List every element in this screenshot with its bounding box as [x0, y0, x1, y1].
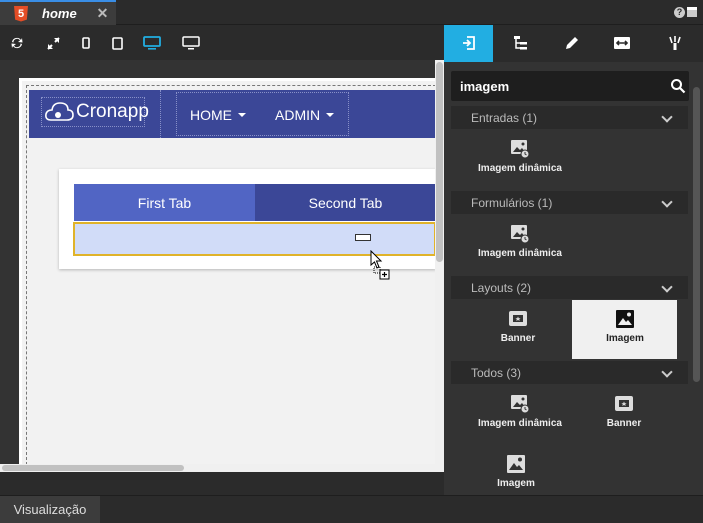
brand-name: Cronapp — [76, 101, 149, 122]
image-icon — [616, 310, 634, 328]
component-label: Banner — [606, 418, 642, 429]
components-icon[interactable] — [460, 34, 478, 52]
editor-tab-label: home — [42, 6, 77, 21]
component-label: Imagem — [497, 478, 535, 489]
html5-icon: 5 — [14, 5, 28, 22]
tablet-icon[interactable] — [108, 34, 126, 52]
nav-menu: HOME ADMIN — [176, 92, 349, 136]
canvas-vertical-scroll-thumb[interactable] — [436, 62, 443, 262]
bottom-panel-bar — [0, 495, 703, 523]
tab-first[interactable]: First Tab — [74, 184, 255, 221]
editor-tab-home[interactable]: 5 home ✕ — [0, 0, 116, 25]
fullscreen-icon[interactable] — [44, 34, 62, 52]
resize-horizontal-icon[interactable] — [613, 34, 631, 52]
section-title: Entradas (1) — [471, 110, 538, 125]
caret-down-icon — [238, 113, 246, 117]
large-monitor-icon[interactable] — [182, 34, 200, 52]
component-label: Imagem dinâmica — [478, 248, 562, 259]
component-imagem[interactable]: Imagem — [572, 309, 678, 344]
section-title: Formulários (1) — [471, 195, 553, 210]
section-title: Layouts (2) — [471, 280, 532, 295]
component-label: Imagem — [606, 333, 644, 344]
nav-item-home[interactable]: HOME — [190, 93, 246, 137]
component-search-box[interactable] — [451, 71, 689, 101]
component-label: Imagem dinâmica — [478, 418, 562, 429]
banner-icon — [509, 311, 527, 326]
cloud-logo-icon — [44, 100, 74, 124]
help-icon[interactable]: ? — [674, 7, 685, 18]
phone-icon[interactable] — [77, 34, 95, 52]
dynamic-image-icon — [511, 395, 530, 414]
close-icon[interactable]: ✕ — [97, 5, 109, 22]
component-banner[interactable]: Banner — [571, 394, 677, 429]
nav-item-label: HOME — [190, 107, 232, 123]
pencil-icon[interactable] — [563, 34, 581, 52]
component-label: Imagem dinâmica — [478, 163, 562, 174]
dynamic-image-icon — [511, 140, 530, 159]
section-layouts[interactable]: Layouts (2) — [451, 276, 688, 299]
panel-scroll-thumb[interactable] — [693, 87, 700, 382]
maximize-icon[interactable] — [687, 7, 697, 17]
tree-structure-icon[interactable] — [512, 34, 530, 52]
search-icon[interactable] — [670, 78, 686, 94]
magic-wand-icon[interactable] — [666, 34, 684, 52]
brand-logo[interactable]: Cronapp — [41, 97, 149, 127]
chevron-down-icon — [661, 366, 673, 378]
component-imagem-dinamica[interactable]: Imagem dinâmica — [467, 139, 573, 174]
section-todos[interactable]: Todos (3) — [451, 361, 688, 384]
banner-icon — [615, 396, 633, 411]
caret-down-icon — [326, 113, 335, 117]
tab-visualizacao[interactable]: Visualização — [0, 496, 100, 523]
component-imagem-dinamica[interactable]: Imagem dinâmica — [467, 394, 573, 429]
chevron-down-icon — [661, 196, 673, 208]
drag-cursor-icon — [370, 249, 390, 280]
drop-placeholder — [355, 234, 371, 241]
nav-divider — [160, 90, 161, 138]
chevron-down-icon — [661, 281, 673, 293]
nav-item-admin[interactable]: ADMIN — [275, 93, 335, 137]
image-icon — [507, 455, 525, 473]
component-label: Banner — [500, 333, 536, 344]
tab-second[interactable]: Second Tab — [255, 184, 436, 221]
component-banner[interactable]: Banner — [465, 309, 571, 344]
component-imagem[interactable]: Imagem — [463, 454, 569, 495]
desktop-icon[interactable] — [143, 34, 161, 52]
nav-item-label: ADMIN — [275, 107, 321, 123]
dynamic-image-icon — [511, 225, 530, 244]
chevron-down-icon — [661, 111, 673, 123]
device-toolbar — [0, 25, 444, 60]
canvas-horizontal-scroll-thumb[interactable] — [2, 465, 184, 471]
refresh-icon[interactable] — [8, 34, 26, 52]
component-search-input[interactable] — [460, 71, 660, 101]
component-imagem-dinamica[interactable]: Imagem dinâmica — [467, 224, 573, 259]
section-formularios[interactable]: Formulários (1) — [451, 191, 688, 214]
section-title: Todos (3) — [471, 365, 522, 380]
section-entradas[interactable]: Entradas (1) — [451, 106, 688, 129]
